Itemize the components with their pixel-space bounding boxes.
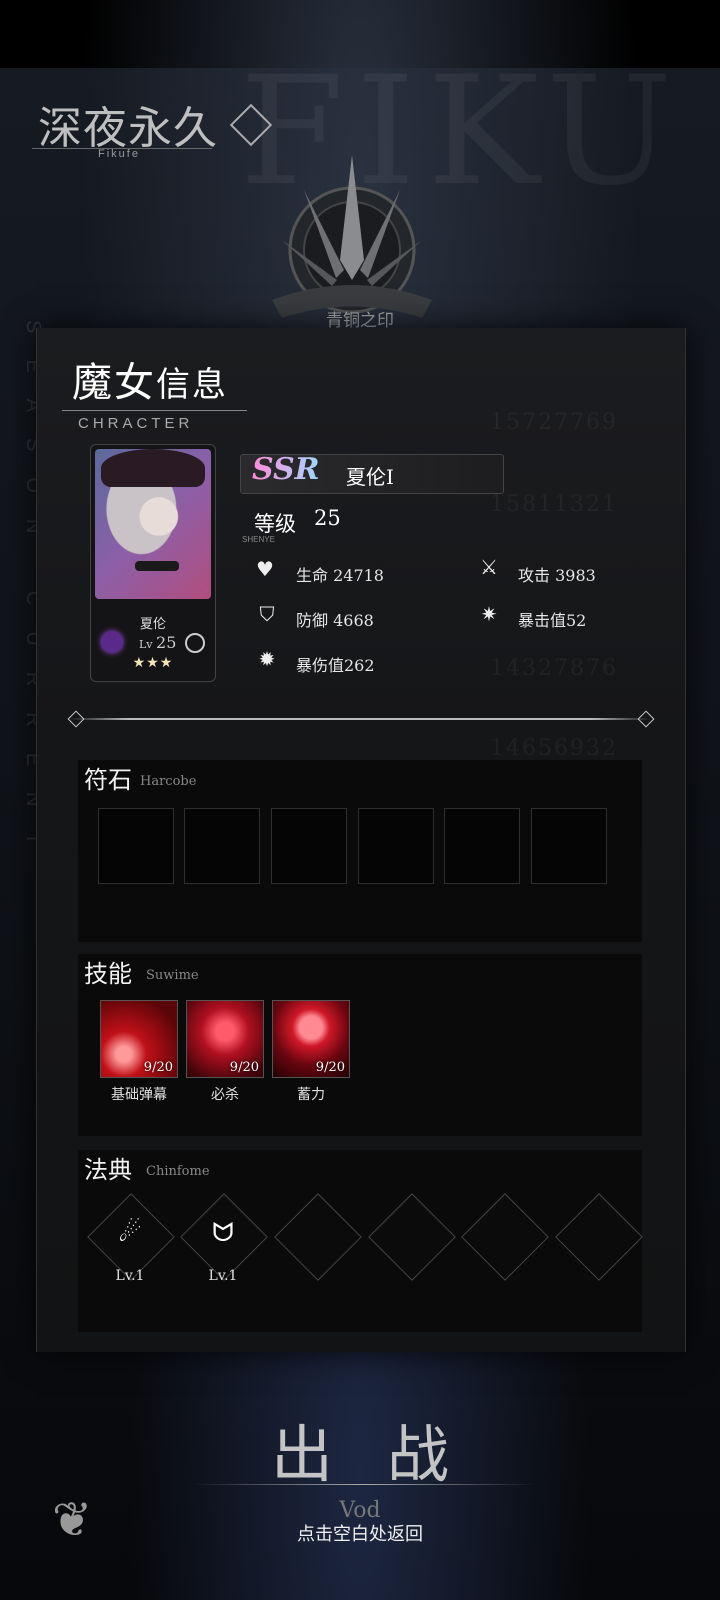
- panel-subtitle: CHRACTER: [78, 415, 194, 432]
- rune-subtitle: Harcobe: [140, 774, 197, 789]
- battle-underline: [192, 1484, 536, 1485]
- tome-level: Lv.1: [208, 1268, 238, 1284]
- skill-progress: 9/20: [143, 1060, 173, 1075]
- card-level: Lv 25: [139, 633, 176, 652]
- character-card[interactable]: 夏伦 Lv 25 ★★★: [90, 444, 216, 682]
- rune-slot[interactable]: [531, 808, 607, 884]
- stat-attack: 攻击 3983: [518, 566, 596, 585]
- crit-icon: ✷: [480, 602, 498, 626]
- title-part-a: 魔女: [72, 360, 156, 406]
- logo-subtitle: Fikufe: [98, 148, 140, 160]
- comet-icon: ☄: [118, 1218, 142, 1248]
- panel-title: 魔女信息: [72, 350, 228, 408]
- stat-crit: 暴击值52: [518, 611, 587, 630]
- logo-title: 深夜永久: [38, 103, 218, 154]
- skill-name: 蓄力: [297, 1087, 325, 1103]
- ghost-flame-icon: ᗢ: [212, 1218, 234, 1248]
- stat-hp: 生命 24718: [296, 566, 384, 585]
- card-character-name: 夏伦: [139, 617, 166, 632]
- element-icon: [101, 631, 123, 653]
- level-value: 25: [314, 506, 341, 530]
- bg-watermark: 14656932: [490, 736, 618, 761]
- character-portrait: [95, 449, 211, 599]
- rune-slot[interactable]: [184, 808, 260, 884]
- battle-button[interactable]: 出战: [0, 1404, 720, 1494]
- portrait-hat: [101, 449, 205, 487]
- game-logo: 深夜永久 Fikufe: [32, 92, 273, 160]
- rune-slot[interactable]: [271, 808, 347, 884]
- skill-subtitle: Suwime: [146, 968, 199, 983]
- back-hint[interactable]: 点击空白处返回: [0, 1520, 720, 1546]
- skill-title: 技能: [84, 960, 132, 988]
- level-label: 等级: [254, 512, 296, 536]
- skill-name: 基础弹幕: [111, 1087, 167, 1103]
- rune-slot[interactable]: [358, 808, 434, 884]
- card-level-value: 25: [156, 633, 177, 652]
- target-icon: [185, 633, 205, 653]
- skill-name: 必杀: [211, 1087, 239, 1103]
- skill-progress: 9/20: [229, 1060, 259, 1075]
- star-rating: ★★★: [132, 655, 174, 671]
- bg-watermark: 15727769: [490, 410, 618, 435]
- tome-level: Lv.1: [115, 1268, 145, 1284]
- tome-subtitle: Chinfome: [146, 1164, 210, 1179]
- skill-basic-barrage[interactable]: 9/20: [100, 1000, 178, 1078]
- stat-defense: 防御 4668: [296, 611, 374, 630]
- rank-emblem-icon: [272, 155, 432, 318]
- title-part-b: 信息: [156, 365, 228, 405]
- skill-progress: 9/20: [315, 1060, 345, 1075]
- portrait-choker: [135, 561, 179, 571]
- shield-icon: ⛉: [259, 602, 275, 626]
- bg-watermark: 15811321: [490, 492, 618, 517]
- skill-ultimate[interactable]: 9/20: [186, 1000, 264, 1078]
- skill-charge[interactable]: 9/20: [272, 1000, 350, 1078]
- bg-watermark: 14327876: [490, 656, 618, 681]
- sword-icon: ⚔: [480, 555, 498, 579]
- rarity-badge: SSR: [252, 452, 320, 487]
- rune-slot[interactable]: [98, 808, 174, 884]
- section-divider: [70, 718, 650, 720]
- tome-title: 法典: [84, 1156, 132, 1184]
- rune-slot[interactable]: [444, 808, 520, 884]
- character-name: 夏伦I: [346, 465, 394, 489]
- heart-icon: ♥: [256, 557, 274, 581]
- rune-title: 符石: [84, 766, 132, 794]
- wing-emblem-icon: ❦: [52, 1492, 93, 1548]
- stat-crit-damage: 暴伤值262: [296, 656, 375, 675]
- card-level-prefix: Lv: [139, 638, 153, 651]
- title-underline: [62, 410, 247, 411]
- crit-damage-icon: ✹: [258, 647, 276, 671]
- level-sub-label: SHENYE: [242, 535, 275, 544]
